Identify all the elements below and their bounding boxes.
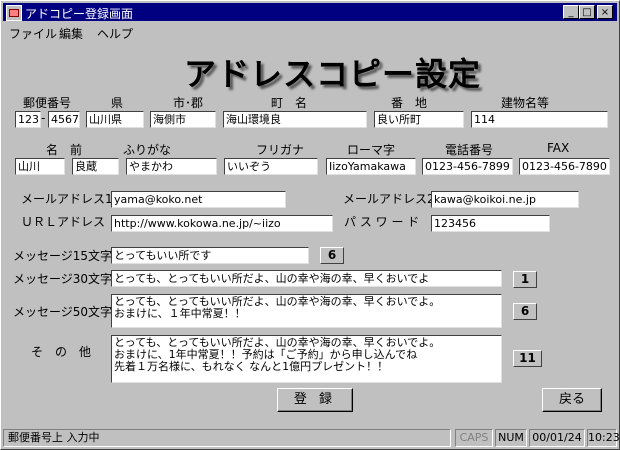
label-furigana: ふりがな (123, 143, 172, 157)
other-line: 先着１万名様に、もれなく なんと1億円プレゼント！！ (114, 360, 389, 373)
menu-help[interactable]: ヘルプ (97, 25, 133, 42)
zip2-input[interactable]: 4567 (48, 111, 80, 128)
menu-edit[interactable]: 編集 (59, 25, 83, 42)
label-email2: メールアドレス2 (343, 192, 435, 206)
message50-textarea[interactable]: とっても、とってもいい所だよ、山の幸や海の幸、早くおいでよ。 おまけに、１年中常… (111, 294, 502, 328)
status-caps: CAPS (455, 429, 493, 447)
name-last-input[interactable]: 山川 (15, 158, 65, 175)
label-password: パ ス ワ ー ド (344, 215, 420, 229)
name-first-input[interactable]: 良蔵 (72, 158, 119, 175)
other-count: 11 (513, 350, 542, 367)
form-title: アドレスコピー設定 (184, 55, 482, 93)
password-input[interactable]: 123456 (431, 215, 550, 232)
register-button[interactable]: 登 録 (277, 388, 353, 412)
romaji-input[interactable]: IizoYamakawa (326, 158, 416, 175)
label-fax: FAX (547, 141, 570, 155)
label-building: 建物名等 (501, 96, 550, 110)
message50-count: 6 (513, 303, 537, 320)
status-num: NUM (495, 429, 527, 447)
message50-line: おまけに、１年中常夏！！ (114, 307, 246, 320)
minimize-button[interactable]: _ (563, 5, 579, 19)
label-other: そ の 他 (31, 345, 92, 359)
label-message15: メッセージ15文字 (13, 249, 113, 263)
city-input[interactable]: 海側市 (150, 111, 216, 128)
status-bar: 郵便番号上 入力中 CAPS NUM 00/01/24 10:23 (3, 429, 620, 447)
label-zip: 郵便番号 (23, 96, 72, 110)
email2-input[interactable]: kawa@koikoi.ne.jp (431, 191, 579, 208)
back-button[interactable]: 戻る (542, 388, 602, 412)
zip1-input[interactable]: 123 (15, 111, 41, 128)
menu-file[interactable]: ファイル (9, 25, 57, 42)
label-banchi: 番 地 (391, 96, 428, 110)
furigana-kana-input[interactable]: いいぞう (224, 158, 318, 175)
other-textarea[interactable]: とっても、とってもいい所だよ、山の幸や海の幸、早くおいでよ。 おまけに、1年中常… (111, 335, 502, 383)
phone-input[interactable]: 0123-456-7899 (422, 158, 513, 175)
town-input[interactable]: 海山環境良 (223, 111, 367, 128)
window-title: アドコピー登録画面 (25, 7, 134, 21)
close-button[interactable]: × (597, 5, 613, 19)
status-time: 10:23 (587, 429, 620, 447)
status-date: 00/01/24 (529, 429, 585, 447)
label-town: 町 名 (271, 96, 308, 110)
zip-separator: - (41, 111, 46, 125)
label-email1: メールアドレス1 (21, 192, 113, 206)
label-phone: 電話番号 (445, 143, 494, 157)
message30-count: 1 (513, 271, 537, 288)
label-url: ＵＲＬアドレス (21, 215, 106, 229)
fax-input[interactable]: 0123-456-7890 (519, 158, 610, 175)
message15-count: 6 (320, 247, 344, 264)
label-pref: 県 (111, 96, 124, 110)
status-message: 郵便番号上 入力中 (3, 429, 451, 447)
maximize-button[interactable]: □ (579, 5, 595, 19)
email1-input[interactable]: yama@koko.net (111, 191, 286, 208)
message15-input[interactable]: とってもいい所です (111, 247, 309, 264)
menu-bar: ファイル 編集 ヘルプ (3, 23, 617, 41)
furigana-input[interactable]: やまかわ (126, 158, 217, 175)
label-romaji: ローマ字 (347, 143, 396, 157)
label-message30: メッセージ30文字 (13, 272, 113, 286)
building-input[interactable]: 114 (471, 111, 608, 128)
label-name: 名 前 (46, 143, 83, 157)
label-message50: メッセージ50文字 (13, 305, 113, 319)
app-icon[interactable] (6, 5, 22, 21)
label-furigana-kana: フリガナ (256, 143, 305, 157)
app-window: アドコピー登録画面 _ □ × ファイル 編集 ヘルプ アドレスコピー設定 郵便… (0, 0, 620, 450)
pref-input[interactable]: 山川県 (86, 111, 144, 128)
url-input[interactable]: http://www.kokowa.ne.jp/~iizo (111, 215, 333, 232)
label-city: 市･郡 (173, 96, 204, 110)
banchi-input[interactable]: 良い所町 (374, 111, 464, 128)
message30-input[interactable]: とっても、とってもいい所だよ、山の幸や海の幸、早くおいでよ (111, 270, 502, 287)
title-bar[interactable]: アドコピー登録画面 _ □ × (3, 3, 617, 21)
